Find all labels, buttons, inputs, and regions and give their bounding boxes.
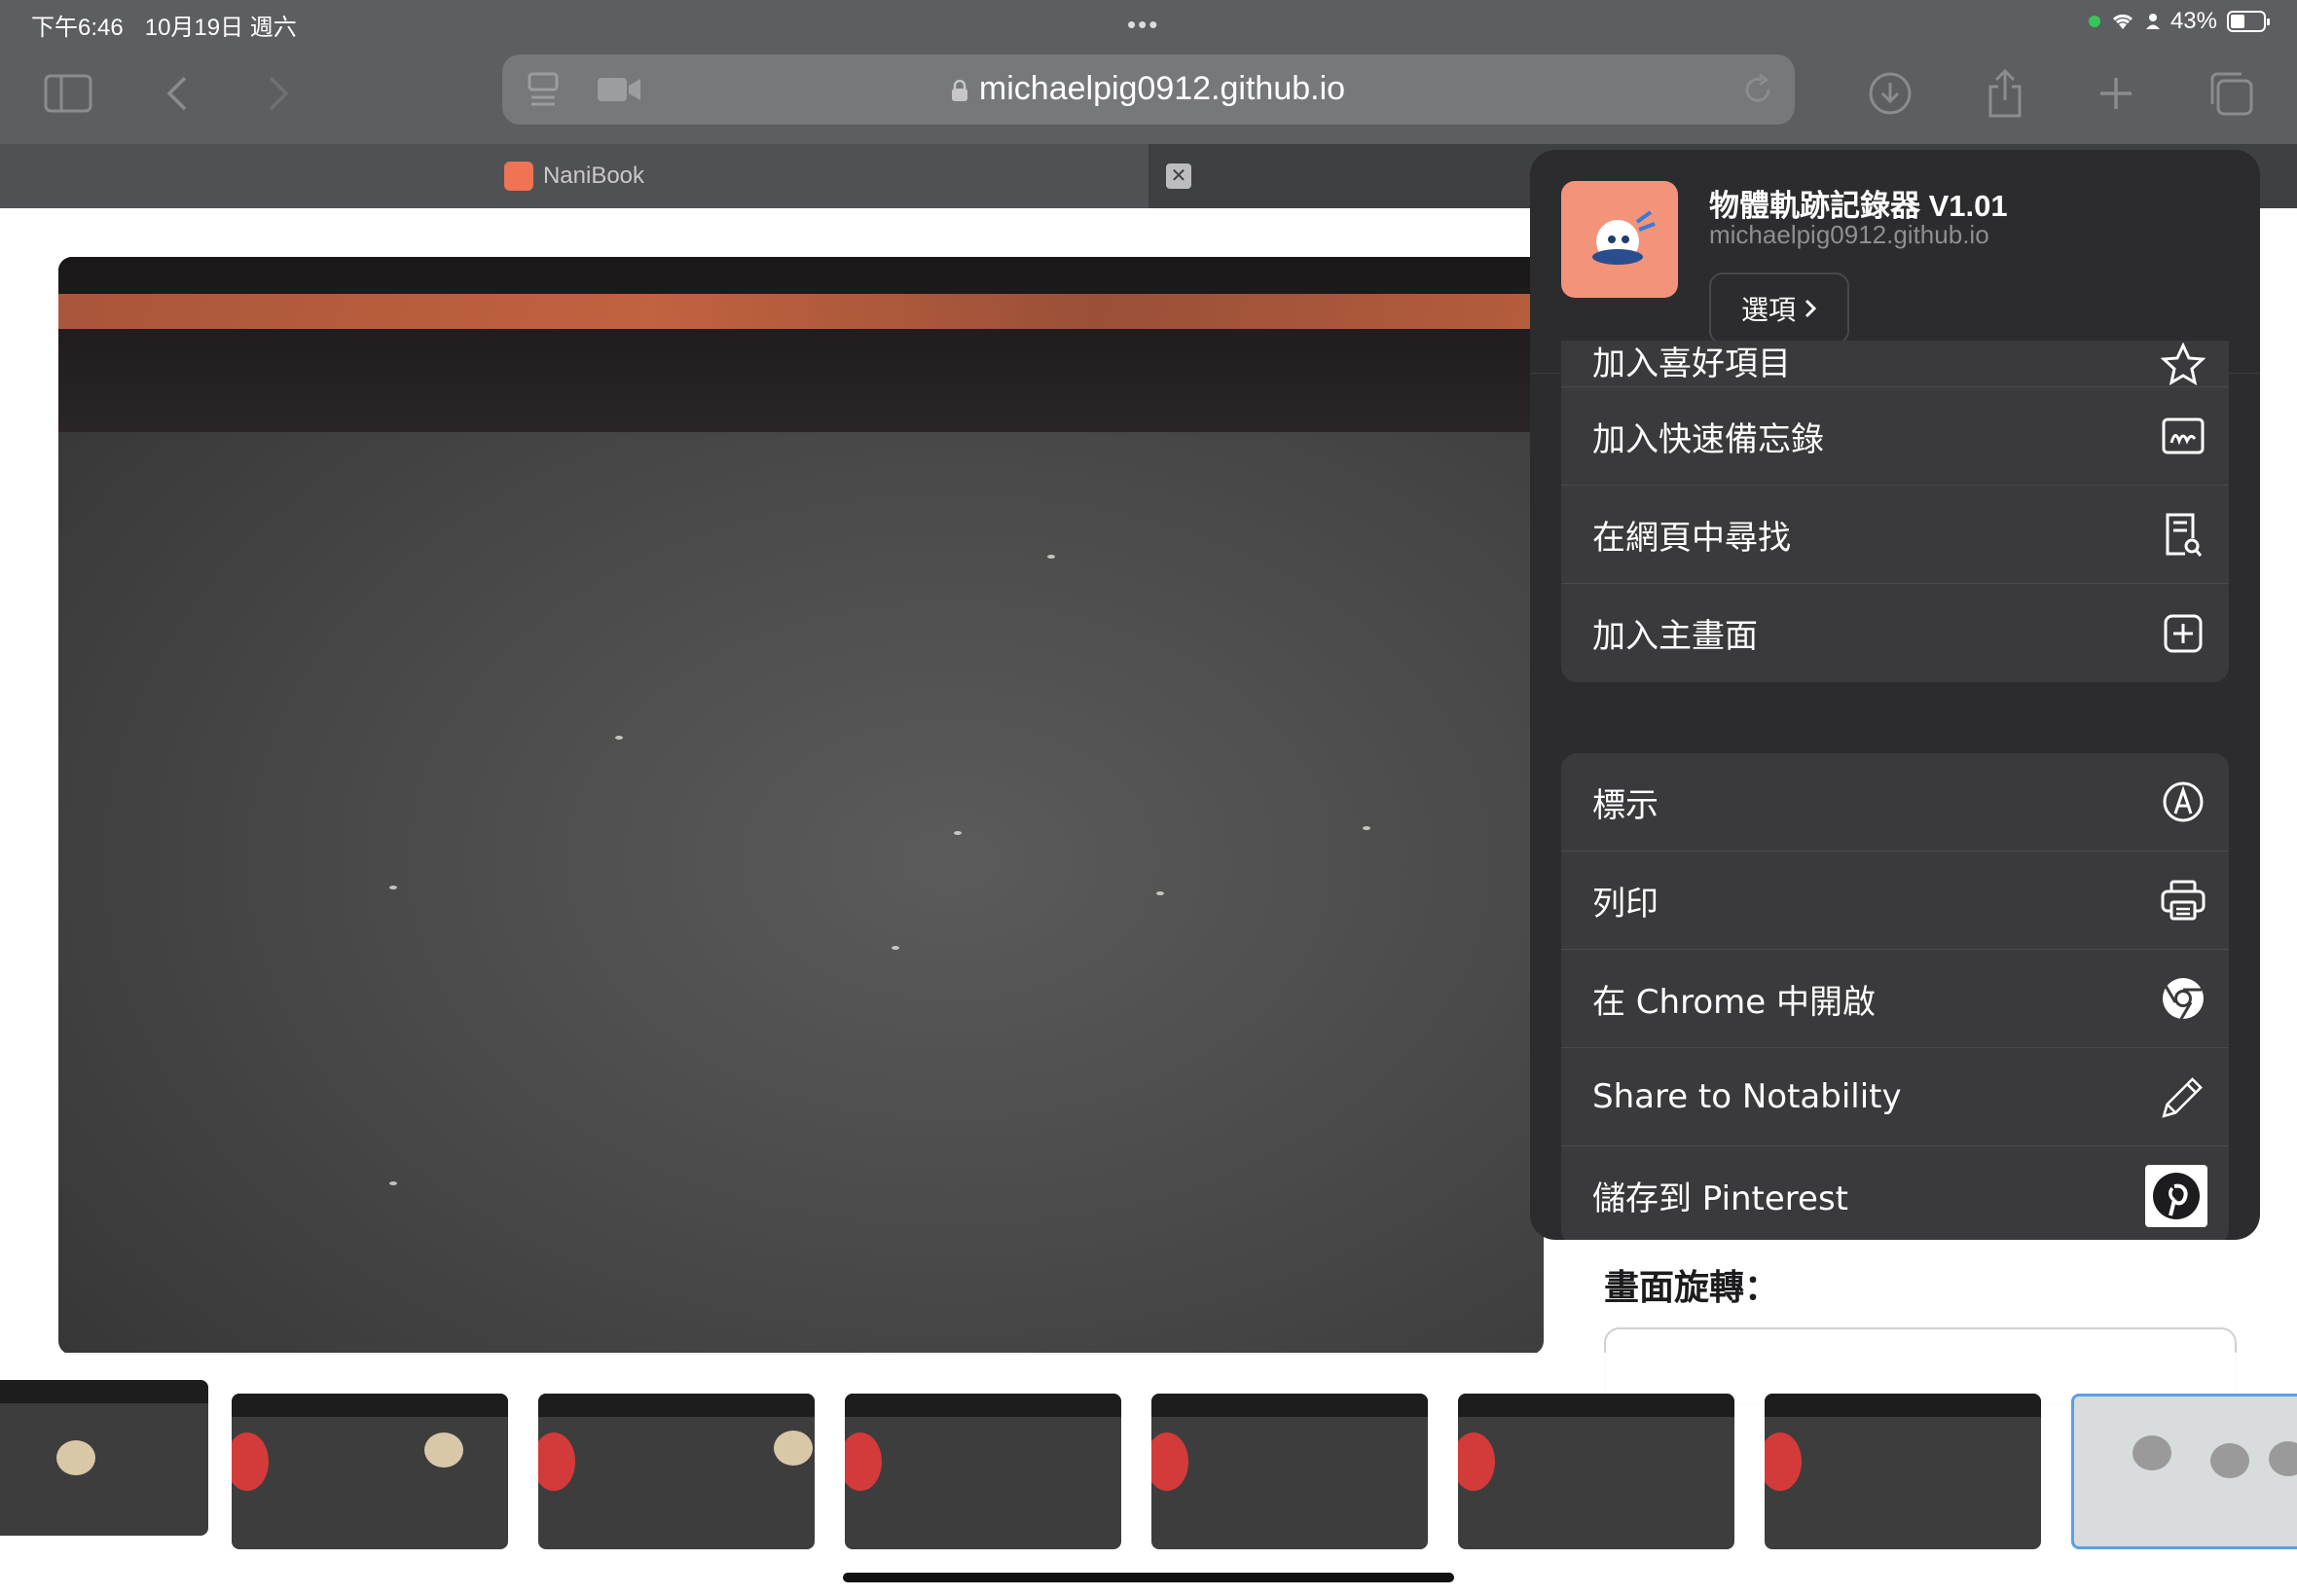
thumbnail-frame[interactable]	[1765, 1394, 2041, 1549]
url-text: michaelpig0912.github.io	[978, 70, 1346, 107]
share-row-pinterest[interactable]: 儲存到 Pinterest	[1561, 1146, 2229, 1240]
share-row-notability[interactable]: Share to Notability	[1561, 1048, 2229, 1146]
new-tab-icon[interactable]	[2087, 64, 2145, 123]
app-icon	[1561, 181, 1678, 298]
share-title: 物體軌跡記錄器 V1.01	[1709, 189, 2008, 223]
row-label: 標示	[1592, 785, 1659, 825]
status-right: 43%	[2088, 8, 2270, 35]
share-actions-group-2: 標示 列印 在 Chrome 中開啟 Share to Notability 儲…	[1561, 753, 2229, 1240]
address-bar[interactable]: michaelpig0912.github.io	[502, 54, 1795, 125]
find-in-page-icon	[2159, 510, 2207, 559]
battery-icon	[2227, 11, 2270, 32]
thumbnail-frame[interactable]	[1151, 1394, 1428, 1549]
wifi-icon	[2112, 14, 2133, 29]
nanibook-favicon	[503, 162, 533, 191]
markup-icon	[2159, 778, 2207, 826]
preview-light-strip	[58, 294, 1544, 329]
share-row-find-in-page[interactable]: 在網頁中尋找	[1561, 486, 2229, 584]
share-row-open-chrome[interactable]: 在 Chrome 中開啟	[1561, 950, 2229, 1048]
share-row-favorites[interactable]: 加入喜好項目	[1561, 341, 2229, 387]
status-time: 下午6:46	[31, 15, 124, 41]
person-icon	[2145, 14, 2160, 29]
row-label: Share to Notability	[1592, 1077, 1902, 1116]
back-icon[interactable]	[148, 64, 206, 123]
battery-percent: 43%	[2169, 8, 2217, 34]
thumbnail-frame[interactable]	[232, 1394, 508, 1549]
thumbnail-frame[interactable]	[1458, 1394, 1734, 1549]
download-icon[interactable]	[1861, 64, 1919, 123]
share-row-add-home[interactable]: 加入主畫面	[1561, 584, 2229, 682]
reload-icon[interactable]	[1740, 72, 1775, 107]
share-actions-group-1: 加入喜好項目 加入快速備忘錄 在網頁中尋找 加入主畫面	[1561, 341, 2229, 682]
row-label: 列印	[1592, 884, 1659, 924]
quick-note-icon	[2159, 412, 2207, 460]
thumbnail-frame[interactable]	[538, 1394, 815, 1549]
row-label: 加入喜好項目	[1592, 345, 1791, 383]
lock-icon	[951, 80, 967, 101]
tabs-overview-icon[interactable]	[2202, 64, 2260, 123]
add-square-icon	[2159, 609, 2207, 658]
options-label: 選項	[1740, 295, 1796, 325]
row-label: 儲存到 Pinterest	[1592, 1179, 1849, 1218]
multitasking-dots-icon[interactable]: •••	[1127, 10, 1159, 40]
thumbnail-strip	[0, 1353, 2297, 1577]
status-date: 10月19日 週六	[144, 15, 297, 41]
row-label: 在網頁中尋找	[1592, 518, 1791, 558]
share-icon[interactable]	[1976, 64, 2034, 123]
star-icon	[2159, 341, 2207, 388]
options-button[interactable]: 選項	[1709, 272, 1849, 345]
camera-preview	[58, 257, 1544, 1355]
share-row-print[interactable]: 列印	[1561, 852, 2229, 950]
browser-chrome: 下午6:46 10月19日 週六 ••• 43% michaelpig0912.…	[0, 0, 2297, 144]
thumbnail-frame[interactable]	[0, 1380, 208, 1536]
rotation-title: 畫面旋轉：	[1604, 1267, 1780, 1307]
camera-in-use-indicator	[2088, 16, 2100, 27]
close-tab-icon[interactable]: ✕	[1166, 163, 1191, 189]
sidebar-icon[interactable]	[39, 64, 97, 123]
share-domain: michaelpig0912.github.io	[1709, 220, 1989, 249]
printer-icon	[2159, 876, 2207, 925]
url-display[interactable]: michaelpig0912.github.io	[502, 70, 1795, 108]
chrome-icon	[2159, 974, 2207, 1023]
row-label: 加入主畫面	[1592, 617, 1758, 656]
toolbar: michaelpig0912.github.io	[0, 45, 2297, 144]
thumbnail-frame[interactable]	[845, 1394, 1121, 1549]
pencil-icon	[2159, 1072, 2207, 1121]
home-indicator[interactable]	[843, 1573, 1454, 1582]
share-row-markup[interactable]: 標示	[1561, 753, 2229, 852]
preview-background	[58, 257, 1544, 432]
chevron-right-icon	[1805, 299, 1817, 318]
share-row-quick-note[interactable]: 加入快速備忘錄	[1561, 387, 2229, 486]
forward-icon[interactable]	[249, 64, 308, 123]
status-bar: 下午6:46 10月19日 週六 ••• 43%	[0, 0, 2297, 45]
tab-nanibook[interactable]: NaniBook	[0, 144, 1148, 208]
row-label: 在 Chrome 中開啟	[1592, 982, 1876, 1022]
share-sheet: 物體軌跡記錄器 V1.01 michaelpig0912.github.io 選…	[1530, 150, 2260, 1240]
thumbnail-selected[interactable]	[2071, 1394, 2297, 1549]
status-left: 下午6:46 10月19日 週六	[31, 8, 297, 42]
row-label: 加入快速備忘錄	[1592, 419, 1824, 459]
tab-label: NaniBook	[542, 163, 645, 189]
pinterest-icon	[2145, 1164, 2207, 1227]
